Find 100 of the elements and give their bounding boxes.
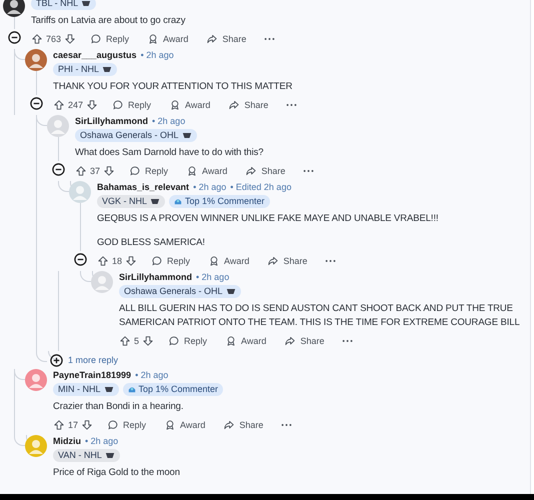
award-button[interactable]: Award [165,96,214,114]
timestamp: • 2h ago [135,370,168,380]
collapse-button[interactable] [50,161,66,177]
team-logo-icon [102,66,112,72]
downvote-icon[interactable] [103,165,116,177]
comment-text: Crazier than Bondi in a hearing. [53,400,184,414]
share-button[interactable]: Share [219,416,268,434]
more-options-icon[interactable] [325,259,336,263]
timestamp: • 2h ago [193,182,226,192]
award-ribbon-icon [147,33,160,45]
speech-bubble-icon [168,335,180,347]
timestamp: • 2h ago [85,436,118,446]
speech-bubble-icon [112,99,124,111]
comment-text: GOD BLESS SAMERICA! [97,236,206,250]
reply-button[interactable]: Reply [108,96,156,114]
vote-count: 247 [68,100,84,110]
badge-icon [174,197,182,205]
share-button[interactable]: Share [241,162,290,180]
collapse-button[interactable] [72,251,88,267]
reply-button[interactable]: Reply [147,252,194,270]
team-logo-icon [226,288,236,294]
upvote-icon[interactable] [97,255,109,267]
collapse-button[interactable] [6,29,22,45]
more-options-icon[interactable] [303,169,314,173]
share-arrow-icon [267,255,280,267]
user-flair: Oshawa Generals - OHL [75,128,197,142]
downvote-icon[interactable] [142,335,154,347]
avatar-icon [25,435,47,457]
reply-button[interactable]: Reply [125,162,172,180]
comment-text: GEQBUS IS A PROVEN WINNER UNLIKE FAKE MAYE AND UNABLE VRABEL!!! [97,212,440,226]
comment-text: THANK YOU FOR YOUR ATTENTION TO THIS MATTER [53,80,294,94]
more-replies-link[interactable]: 1 more reply [68,355,118,365]
comment-text: Price of Riga Gold to the moon [53,466,181,480]
upvote-icon[interactable] [53,99,65,111]
downvote-icon[interactable] [86,99,98,111]
share-button[interactable]: Share [224,96,272,114]
username-link[interactable]: SirLillyhammond [119,272,192,282]
speech-bubble-icon [107,419,120,431]
user-flair: VGK - NHL [97,194,166,208]
user-flair: VAN - NHL [53,448,120,462]
award-button[interactable]: Award [182,162,232,180]
reply-button[interactable]: Reply [164,332,212,350]
team-logo-icon [104,386,114,392]
share-arrow-icon [223,419,236,431]
username-link[interactable]: Bahamas_is_relevant [97,182,190,192]
team-logo-icon [104,452,115,458]
vote-count: 17 [68,420,78,430]
speech-bubble-icon [129,165,142,177]
speech-bubble-icon [90,33,102,45]
reply-button[interactable]: Reply [103,416,150,434]
award-ribbon-icon [186,165,198,177]
username-link[interactable]: PayneTrain181999 [53,370,132,380]
share-button[interactable]: Share [263,252,312,270]
username-link[interactable]: Midziu [53,436,81,446]
share-arrow-icon [206,33,218,45]
timestamp: • 2h ago [196,272,230,282]
speech-bubble-icon [151,255,164,267]
more-options-icon[interactable] [286,103,298,107]
vote-count: 763 [46,34,62,44]
award-button[interactable]: Award [143,30,192,48]
downvote-icon[interactable] [125,255,138,267]
award-ribbon-icon [225,335,238,347]
reply-button[interactable]: Reply [86,30,134,48]
user-flair: Oshawa Generals - OHL [119,284,241,298]
collapse-button[interactable] [28,95,44,111]
award-ribbon-icon [164,419,176,431]
avatar-icon [25,369,47,391]
username-link[interactable]: SirLillyhammond [75,116,148,126]
commenter-badge: Top 1% Commenter [169,194,270,208]
edited-timestamp: • Edited 2h ago [230,182,292,192]
downvote-icon[interactable] [81,419,94,431]
upvote-icon[interactable] [31,33,43,45]
more-options-icon[interactable] [264,37,276,41]
share-arrow-icon [245,165,258,177]
timestamp: • 2h ago [152,116,186,126]
team-logo-icon [182,132,192,138]
upvote-icon[interactable] [53,419,65,431]
award-button[interactable]: Award [204,252,254,270]
award-button[interactable]: Award [221,332,270,350]
team-logo-icon [81,0,92,6]
more-options-icon[interactable] [281,423,292,427]
vote-count: 18 [112,256,122,266]
share-button[interactable]: Share [202,30,250,48]
comment-text: Tariffs on Latvia are about to go crazy [31,14,186,28]
timestamp: • 2h ago [140,50,174,60]
share-button[interactable]: Share [280,332,328,350]
comment-text: What does Sam Darnold have to do with this? [75,146,264,160]
user-flair: MIN - NHL [53,382,118,396]
team-logo-icon [150,198,160,204]
award-ribbon-icon [169,99,182,111]
upvote-icon[interactable] [75,165,87,177]
more-options-icon[interactable] [342,339,354,343]
downvote-icon[interactable] [64,33,76,45]
username-link[interactable]: caesar___augustus [53,50,137,60]
comment-text: ALL BILL GUERIN HAS TO DO IS SEND AUSTON CANT SHOOT BACK AND PUT THE TRUE SAMERICAN PATRIOT ONTO THE TEAM. THIS IS THE TIME FOR EXTREME COURAGE BILL [119,302,521,330]
expand-icon[interactable] [50,354,63,366]
award-ribbon-icon [208,255,220,267]
award-button[interactable]: Award [160,416,210,434]
vote-count: 37 [90,166,100,176]
upvote-icon[interactable] [119,335,131,347]
